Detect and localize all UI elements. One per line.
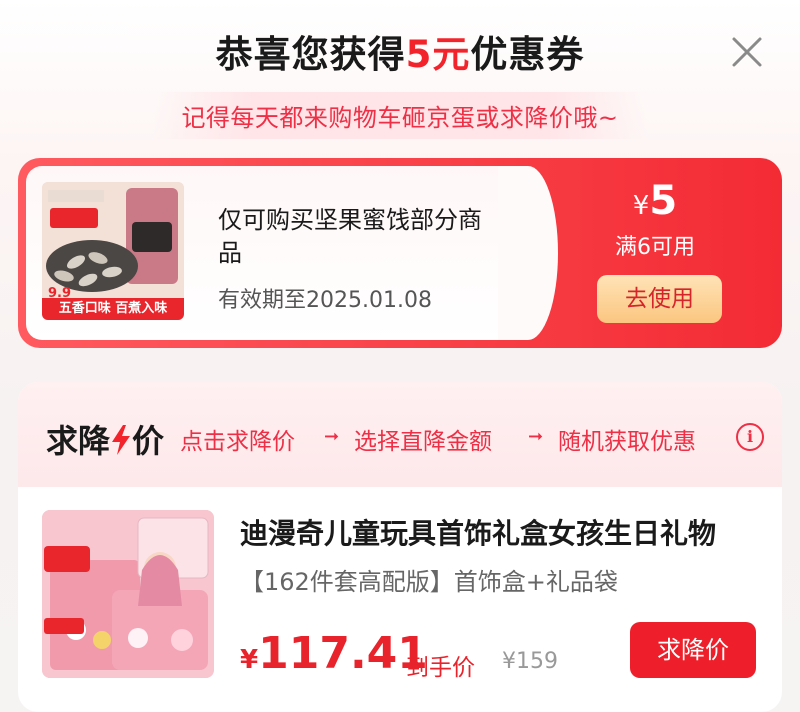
info-icon[interactable]: i <box>736 423 764 451</box>
close-icon[interactable] <box>728 33 766 71</box>
subtitle: 记得每天都来购物车砸京蛋或求降价哦~ <box>153 92 647 139</box>
coupon-amount: 5 <box>649 178 678 224</box>
coupon-currency: ¥ <box>632 191 650 221</box>
coupon-validity: 有效期至2025.01.08 <box>218 288 432 313</box>
request-price-cut-button[interactable]: 求降价 <box>630 622 756 678</box>
step-arrow-icon: ➞ <box>324 426 340 447</box>
original-price: ¥159 <box>502 649 558 674</box>
final-price-label: 到手价 <box>406 655 475 681</box>
coupon-description: 仅可购买坚果蜜饯部分商品 <box>218 206 482 267</box>
product-price: ¥117.41 <box>240 628 428 679</box>
coupon-value: ¥5 <box>560 178 750 224</box>
coupon-condition: 满6可用 <box>615 235 695 260</box>
bargain-panel: 求降价 点击求降价 ➞ 选择直降金额 ➞ 随机获取优惠 i 迪漫奇儿童玩具首饰礼… <box>18 382 782 712</box>
gift-box-illustration <box>42 510 214 678</box>
product-spec: 【162件套高配版】首饰盒+礼品袋 <box>240 568 618 596</box>
popup-title: 恭喜您获得5元优惠券 <box>0 24 800 78</box>
lightning-icon <box>112 425 131 455</box>
title-suffix: 优惠券 <box>470 33 585 76</box>
coupon-product-image: 9.9 五香口味 百煮入味 <box>42 182 184 320</box>
bargain-title: 求降价 <box>46 416 164 462</box>
step-arrow-icon: ➞ <box>528 426 544 447</box>
step-2: 选择直降金额 <box>354 429 492 455</box>
thumb-banner: 五香口味 百煮入味 <box>42 298 184 320</box>
price-currency: ¥ <box>240 645 259 675</box>
step-1: 点击求降价 <box>180 429 295 455</box>
coupon-popup: 恭喜您获得5元优惠券 记得每天都来购物车砸京蛋或求降价哦~ 9.9 五香口味 百… <box>0 0 800 712</box>
coupon-notch <box>498 166 558 340</box>
title-amount: 5元 <box>405 33 471 76</box>
product-name[interactable]: 迪漫奇儿童玩具首饰礼盒女孩生日礼物 <box>240 512 760 552</box>
use-coupon-button[interactable]: 去使用 <box>597 275 722 323</box>
price-value: 117.41 <box>258 628 428 679</box>
bargain-title-b: 价 <box>132 422 165 460</box>
title-prefix: 恭喜您获得 <box>215 33 406 76</box>
subtitle-bar: 记得每天都来购物车砸京蛋或求降价哦~ <box>0 92 800 139</box>
bargain-title-a: 求降 <box>46 422 111 460</box>
step-3: 随机获取优惠 <box>558 429 696 455</box>
product-image <box>42 510 214 678</box>
